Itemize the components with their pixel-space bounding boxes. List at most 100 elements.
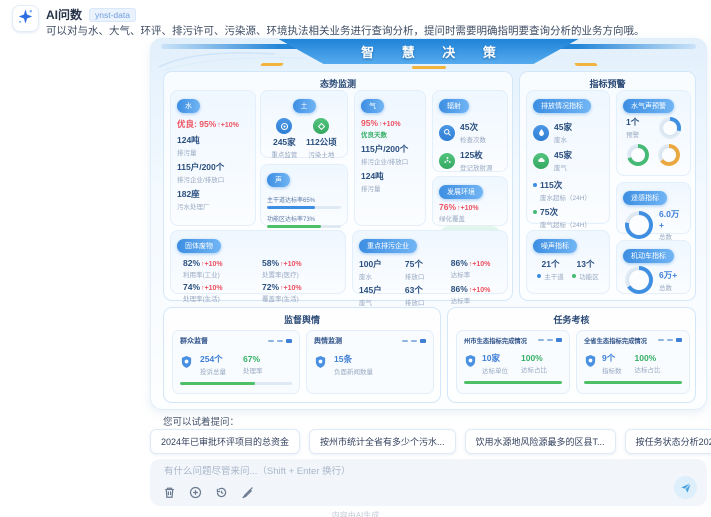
banner-accent (412, 66, 446, 69)
radiation-block: 辐射 45次检查次数 125枚登记放射源 (432, 90, 508, 172)
bullet-dot (572, 274, 576, 278)
bullet-dot (533, 210, 537, 214)
stat-value: 182座 (177, 188, 249, 200)
card-title: 州市生态指标完成情况 (464, 336, 527, 345)
shield-icon (584, 354, 597, 373)
panel-supervision: 监督舆情 群众监督 254个投诉总量 67%处理率 舆情监测 (163, 307, 441, 403)
panel-title: 指标预警 (520, 72, 695, 90)
stat-label: 利用率(工业) (183, 269, 254, 279)
bullet-dot (533, 183, 537, 187)
stat-value: 115户/200个 (361, 143, 419, 155)
card-controls[interactable] (658, 339, 682, 342)
stat-label: 覆盖率(生活) (262, 293, 333, 303)
paper-plane-icon (680, 482, 692, 494)
progress-track (180, 382, 292, 385)
bullet-dot (537, 274, 541, 278)
progress-track (464, 381, 562, 384)
stat-value: 112公顷 (306, 136, 337, 148)
tab-motor-vehicle: 机动车指标 (623, 249, 674, 263)
stat-value: 245家 (271, 136, 297, 148)
chat-input-box[interactable] (150, 459, 707, 506)
tab-radiation: 辐射 (439, 99, 469, 113)
gauge-donut (659, 117, 681, 139)
avatar (12, 5, 39, 32)
bar-label: 主干道达标率65% (267, 195, 341, 204)
suggestion-chips: 2024年已审批环评项目的总资金 按州市统计全省有多少个污水... 饮用水源地风… (150, 429, 707, 454)
air-block: 气 95%↑+10% 优良天数 115户/200个排污企业/排放口 124吨排污… (354, 90, 426, 226)
noise-block: 声 主干道达标率65% 功能区达标率73% (260, 164, 348, 226)
water-quality-delta: ↑+10% (217, 122, 239, 129)
stat-label: 处理率(生活) (183, 293, 254, 303)
city-indicator-card: 州市生态指标完成情况 10家达标单位 100%达标占比 (456, 330, 570, 394)
card-controls[interactable] (538, 339, 562, 342)
suggestion-chip[interactable]: 饮用水源地风险源最多的区县T... (465, 429, 616, 454)
gauge-donut (658, 144, 680, 166)
solid-waste-block: 固体废物 82%↑+10%利用率(工业) 58%↑+10%处置率(医疗) 74%… (170, 230, 346, 294)
soil-block: 土 245家重点监管 112公顷污染土地 (260, 90, 348, 158)
water-quality-value: 95% (199, 119, 216, 129)
air-quality-value: 95% (361, 118, 378, 128)
inspection-icon (439, 125, 455, 141)
smart-decision-dashboard: 智 慧 决 策 态势监测 水 优良: 95%↑+10% 124吨排污量 115户… (150, 38, 707, 410)
banner-accent (574, 63, 598, 66)
app-tag-badge: ynst-data (89, 8, 136, 22)
green-coverage-delta: ↑+10% (457, 205, 479, 212)
card-controls[interactable] (268, 340, 292, 343)
suggestion-prompt: 您可以试着提问： (163, 414, 239, 428)
shield-icon (314, 355, 327, 374)
panel-title: 态势监测 (164, 72, 512, 90)
panel-title: 任务考核 (448, 308, 695, 326)
stat-value: 125枚 (460, 149, 493, 161)
stat-value: 124吨 (361, 170, 419, 182)
tab-realtime-warning: 水气声预警 (623, 99, 674, 113)
dashboard-title: 智 慧 决 策 (349, 42, 508, 61)
stat-label: 污染土地 (306, 149, 337, 159)
green-coverage-label: 绿化覆盖 (439, 213, 479, 223)
suggestion-chip[interactable]: 按州市统计全省有多少个污水... (309, 429, 456, 454)
stat-label: 重点监管 (271, 149, 297, 159)
stat-value: 45次 (460, 121, 486, 133)
tab-key-polluters: 重点排污企业 (359, 239, 417, 253)
progress-track (584, 381, 682, 384)
tab-air: 气 (361, 99, 384, 113)
pen-slash-icon[interactable] (241, 486, 254, 499)
tab-remote-sensing: 遥感指标 (623, 191, 667, 205)
gauge-donut (625, 266, 653, 294)
suggestion-chip[interactable]: 按任务状态分析2024年出动执... (625, 429, 711, 454)
noise-indicator-block: 噪声指标 21个主干道 13个功能区 (526, 230, 610, 294)
panel-title: 监督舆情 (164, 308, 440, 326)
progress-track (267, 206, 341, 209)
plus-circle-icon[interactable] (189, 486, 202, 499)
emission-block: 排放情况指标 45家废水 45家废气 115次 废水超标（24H） 75次 废气… (526, 90, 610, 224)
bar-label: 功能区达标率73% (267, 214, 341, 223)
history-icon[interactable] (215, 486, 228, 499)
waste-gas-icon (533, 153, 549, 169)
realtime-warning-block: 水气声预警 1个 预警 (616, 90, 691, 176)
stat-value: 124吨 (177, 134, 249, 146)
send-button[interactable] (674, 476, 697, 499)
app-title: AI问数 (46, 6, 82, 23)
stat-value: 115户/200个 (177, 161, 249, 173)
dashboard-banner: 智 慧 决 策 (279, 39, 579, 64)
stat-label: 登记放射源 (460, 162, 493, 172)
monitor-icon (276, 118, 292, 134)
green-coverage-value: 76% (439, 202, 456, 212)
chat-input[interactable] (164, 466, 604, 477)
card-title: 全省生态指标完成情况 (584, 336, 647, 345)
card-title: 舆情监测 (314, 336, 342, 346)
land-icon (313, 118, 329, 134)
progress-fill (267, 206, 315, 209)
tab-environment: 发展环境 (439, 185, 483, 199)
suggestion-chip[interactable]: 2024年已审批环评项目的总资金 (150, 429, 300, 454)
card-controls[interactable] (402, 340, 426, 343)
province-indicator-card: 全省生态指标完成情况 9个指标数 100%达标占比 (576, 330, 690, 394)
tab-noise-indicator: 噪声指标 (533, 239, 577, 253)
panel-indicator-warning: 指标预警 排放情况指标 45家废水 45家废气 115次 废水超标（24H） 7… (519, 71, 696, 301)
environment-block: 发展环境 76%↑+10% 绿化覆盖 135平方米人均公园面积 (432, 176, 508, 226)
water-block: 水 优良: 95%↑+10% 124吨排污量 115户/200个排污企业/排放口… (170, 90, 256, 226)
trash-icon[interactable] (163, 486, 176, 499)
stat-label: 排污企业/排放口 (361, 156, 419, 166)
banner-accent (260, 63, 284, 66)
opinion-monitoring-card: 舆情监测 15条负面新闻数量 (306, 330, 434, 394)
chat-screen: AI问数 ynst-data 可以对与水、大气、环评、排污许可、污染源、环境执法… (0, 0, 711, 517)
